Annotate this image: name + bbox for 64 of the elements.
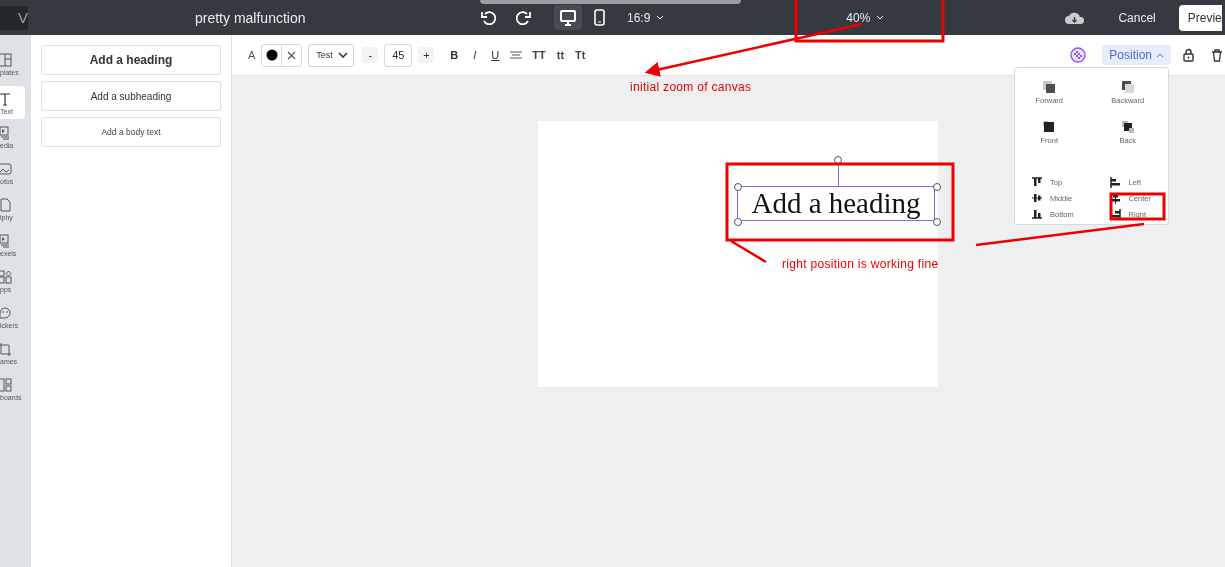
logo[interactable]: V (0, 5, 28, 30)
sticker-icon (0, 306, 12, 320)
preview-button[interactable]: Previe (1178, 4, 1222, 31)
resize-handle[interactable] (933, 218, 941, 226)
bold-button[interactable]: B (450, 49, 459, 61)
crop-icon (0, 342, 12, 356)
decrease-size-button[interactable]: - (362, 47, 379, 63)
annotation-text: right position is working fine (782, 257, 939, 271)
layout-icon (0, 53, 12, 67)
position-button[interactable]: Position (1102, 45, 1171, 65)
align-bottom-icon (1031, 208, 1042, 220)
layers-icon (1120, 120, 1135, 134)
monitor-icon (559, 9, 577, 26)
font-dropdown[interactable]: Test (308, 43, 355, 67)
file-icon (0, 198, 12, 212)
undo-icon[interactable] (480, 9, 496, 26)
add-text-button[interactable]: Add a heading (41, 45, 221, 75)
add-text-button[interactable]: Add a subheading (41, 81, 221, 111)
resize-handle[interactable] (734, 218, 742, 226)
video-icon (0, 126, 12, 140)
text-case-button[interactable]: TT (532, 49, 546, 61)
text-case-button[interactable]: tt (556, 49, 565, 61)
font-size-field[interactable]: 45 (384, 43, 413, 67)
layers-icon (1042, 120, 1057, 134)
text-case-button[interactable]: Tt (575, 49, 586, 61)
shapes-icon (0, 270, 12, 284)
rotate-handle[interactable] (834, 156, 842, 186)
chevron-icon (876, 14, 885, 21)
zoom-dropdown[interactable]: 40% (840, 9, 877, 26)
resize-handle[interactable] (933, 183, 941, 191)
video-icon (0, 234, 12, 248)
aspect-dropdown[interactable]: 16:9 (621, 9, 657, 26)
increase-size-button[interactable]: + (418, 47, 435, 63)
image-icon (0, 162, 12, 176)
add-text-button[interactable]: Add a body text (41, 117, 221, 147)
cloud-download-icon[interactable] (1064, 10, 1085, 25)
align-top-icon (1031, 176, 1042, 188)
trash-icon[interactable] (1211, 48, 1223, 62)
grid-icon (0, 378, 12, 392)
layers-icon (1120, 80, 1135, 94)
chevron-icon (338, 52, 349, 58)
cancel-button[interactable]: Cancel (1112, 9, 1162, 26)
chevron-icon (656, 14, 665, 21)
letter-icon (0, 92, 12, 106)
chevron-icon (1156, 51, 1164, 59)
device-toggle[interactable] (554, 5, 582, 30)
annotation-line (730, 239, 767, 264)
heading-text[interactable]: Add a heading (737, 186, 935, 221)
phone-icon (593, 9, 606, 26)
document-title: pretty malfunction (195, 9, 307, 26)
align-left-icon (1109, 176, 1121, 188)
transparency-icon[interactable] (1070, 47, 1087, 63)
align-middle-icon (1031, 192, 1042, 204)
redo-icon[interactable] (516, 9, 532, 26)
annotation-text: initial zoom of canvas (630, 80, 752, 94)
annotation-box (1109, 192, 1166, 221)
lock-icon[interactable] (1183, 48, 1194, 62)
layers-icon (1042, 80, 1057, 94)
underline-button[interactable]: U (491, 49, 500, 61)
color-swatch-icon[interactable] (265, 49, 278, 61)
text-color-label: A (248, 49, 256, 61)
italic-button[interactable]: I (473, 49, 477, 61)
resize-handle[interactable] (734, 183, 742, 191)
close-icon[interactable] (287, 50, 297, 60)
